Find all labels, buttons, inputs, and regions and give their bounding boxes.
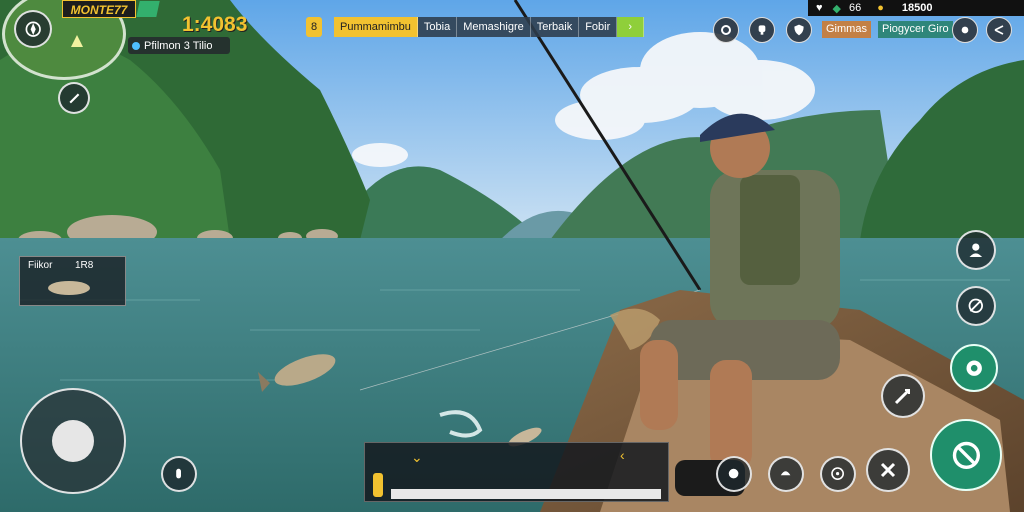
map-pin-icon	[71, 35, 83, 47]
tab-3[interactable]: Memashigre	[457, 17, 531, 37]
compass-icon[interactable]	[14, 10, 52, 48]
right-tab-2[interactable]: Piogycer Giro	[878, 21, 953, 38]
rod-select-icon[interactable]	[58, 82, 90, 114]
heart-icon: ♥	[816, 2, 823, 14]
chevron-left-icon: ‹	[620, 447, 625, 463]
tool-icon-3[interactable]	[820, 456, 856, 492]
status-value: 18500	[901, 2, 933, 14]
status-bar: ♥ ◆ 66 ● 18500	[808, 0, 1024, 16]
location-icon	[132, 41, 140, 50]
tension-bar	[391, 489, 661, 499]
wrench-icon[interactable]	[866, 448, 910, 492]
menu-icon[interactable]	[952, 17, 978, 43]
catch-value: 1R8	[75, 260, 94, 271]
shield-icon[interactable]	[786, 17, 812, 43]
gem-icon: ◆	[832, 2, 841, 15]
tool-icon-1[interactable]	[716, 456, 752, 492]
location-label: Pfilmon 3 Tilio	[144, 39, 213, 52]
tab-1[interactable]: Pummamimbu	[334, 17, 418, 37]
flag-icon	[136, 1, 160, 17]
trophy-icon[interactable]	[749, 17, 775, 43]
fish-icon	[48, 281, 90, 295]
tension-panel: ⌄ ‹	[364, 442, 669, 502]
location-bar: Pfilmon 3 Tilio	[128, 37, 230, 54]
right-tab-1[interactable]: Gimmas	[822, 21, 871, 38]
chevron-down-icon: ⌄	[411, 449, 423, 465]
player-name-badge: MONTE77	[62, 0, 136, 18]
reel-icon	[373, 473, 383, 497]
settings-icon[interactable]	[713, 17, 739, 43]
tab-badge-value: 8	[310, 21, 318, 33]
score: 1:4083	[182, 13, 248, 36]
tab-next-icon[interactable]: ›	[617, 17, 645, 37]
action-icon[interactable]	[930, 419, 1002, 491]
status-mid: 66	[849, 2, 862, 14]
joystick-knob[interactable]	[52, 420, 94, 462]
cast-icon[interactable]	[881, 374, 925, 418]
tool-icon-2[interactable]	[768, 456, 804, 492]
catch-panel: Fiikor 1R8	[19, 256, 126, 306]
person-icon[interactable]	[956, 230, 996, 270]
tab-5[interactable]: Fobir	[579, 17, 618, 37]
game-scene	[0, 0, 1024, 512]
catch-label: Fiikor	[28, 260, 53, 271]
player-name: MONTE77	[70, 3, 128, 17]
coin-icon: ●	[877, 2, 884, 14]
reel-in-icon[interactable]	[950, 344, 998, 392]
share-icon[interactable]	[986, 17, 1012, 43]
bait-icon[interactable]	[161, 456, 197, 492]
tab-4[interactable]: Terbaik	[530, 17, 580, 37]
tab-bar: Pummamimbu Tobia Memashigre Terbaik Fobi…	[334, 17, 645, 37]
tab-2[interactable]: Tobia	[417, 17, 458, 37]
tab-badge[interactable]: 8	[306, 17, 322, 37]
joystick[interactable]	[20, 388, 126, 494]
target-icon[interactable]	[956, 286, 996, 326]
